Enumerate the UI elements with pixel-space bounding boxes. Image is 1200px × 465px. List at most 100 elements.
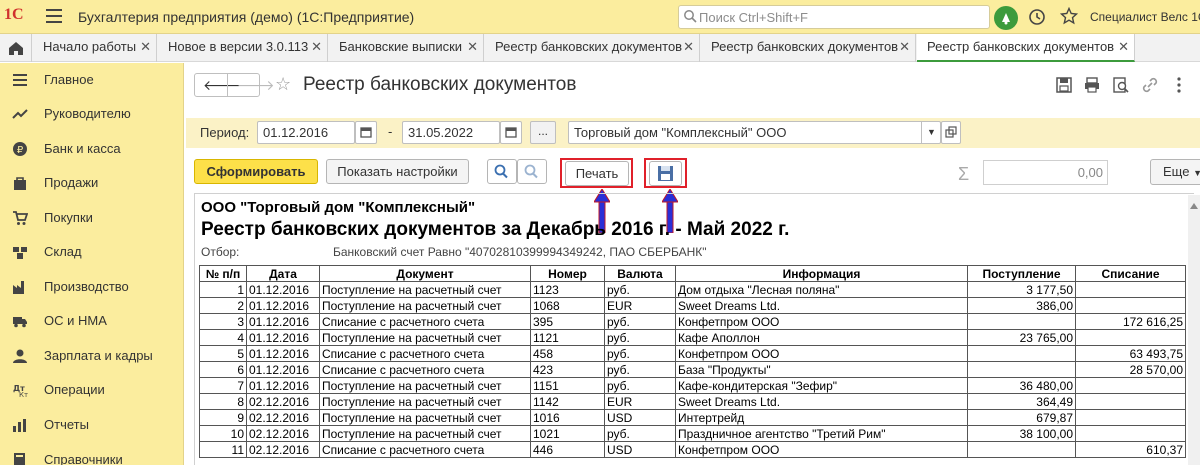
table-cell: 63 493,75 <box>1075 345 1186 362</box>
tab-label: Реестр банковских документов <box>711 39 899 54</box>
table-cell: 395 <box>530 313 605 330</box>
table-cell: Поступление на расчетный счет <box>319 297 531 314</box>
favorites-star-icon[interactable] <box>1060 7 1078 25</box>
close-icon[interactable]: ✕ <box>683 34 694 60</box>
close-icon[interactable]: ✕ <box>467 34 478 60</box>
more-button[interactable]: Еще ▼ <box>1150 159 1200 185</box>
close-icon[interactable]: ✕ <box>140 34 151 60</box>
forward-arrow-icon[interactable]: 🡒 <box>237 77 275 94</box>
table-cell: Списание с расчетного счета <box>319 441 531 458</box>
cancel-search-button[interactable] <box>517 159 547 184</box>
sidebar-item-warehouse[interactable]: Склад <box>0 235 184 269</box>
search-report-button[interactable] <box>487 159 517 184</box>
sidebar-item-payroll[interactable]: Зарплата и кадры <box>0 339 184 373</box>
table-row[interactable]: 1 01.12.2016 Поступление на расчетный счет… <box>199 281 1186 298</box>
truck-icon <box>13 317 27 328</box>
table-cell <box>967 441 1076 458</box>
print-button[interactable]: Печать <box>565 161 629 186</box>
select-period-button[interactable]: ... <box>530 121 556 144</box>
date-from-field[interactable]: 01.12.2016 <box>257 121 355 144</box>
sidebar-item-fixed-assets[interactable]: ОС и НМА <box>0 304 184 338</box>
sidebar-item-label: Покупки <box>44 210 93 225</box>
link-icon[interactable] <box>1141 76 1159 94</box>
sidebar-item-purchases[interactable]: Покупки <box>0 201 184 235</box>
more-label: Еще <box>1163 164 1190 179</box>
calendar-from-button[interactable] <box>355 121 377 144</box>
tab-bank-statements[interactable]: Банковские выписки ✕ <box>329 34 484 62</box>
sidebar-item-label: Руководителю <box>44 106 131 121</box>
search-input[interactable] <box>699 8 985 26</box>
app-logo[interactable]: 1С <box>4 6 38 28</box>
favorite-star-icon[interactable]: ☆ <box>275 74 291 95</box>
table-row[interactable]: 8 02.12.2016 Поступление на расчетный счет… <box>199 393 1186 410</box>
sum-field: 0,00 <box>983 160 1108 185</box>
vertical-scrollbar[interactable] <box>1188 195 1200 465</box>
sidebar-item-directories[interactable]: Справочники <box>0 443 184 465</box>
column-header: № п/п <box>199 265 247 282</box>
sidebar-item-sales[interactable]: Продажи <box>0 166 184 200</box>
table-row[interactable]: 5 01.12.2016 Списание с расчетного счета 45… <box>199 345 1186 362</box>
save-report-button[interactable] <box>649 161 682 186</box>
table-cell: USD <box>604 409 676 426</box>
tab-new-version[interactable]: Новое в версии 3.0.113 ✕ <box>158 34 328 62</box>
close-icon[interactable]: ✕ <box>1118 34 1129 60</box>
table-cell: 02.12.2016 <box>246 393 320 410</box>
sidebar-item-bank[interactable]: ₽ Банк и касса <box>0 132 184 166</box>
table-row[interactable]: 3 01.12.2016 Списание с расчетного счета 39… <box>199 313 1186 330</box>
main-menu-icon[interactable] <box>46 9 62 23</box>
tab-registry-2[interactable]: Реестр банковских документов ✕ <box>701 34 916 62</box>
table-cell: руб. <box>604 329 676 346</box>
table-row[interactable]: 6 01.12.2016 Списание с расчетного счета 42… <box>199 361 1186 378</box>
tab-registry-1[interactable]: Реестр банковских документов ✕ <box>485 34 700 62</box>
table-row[interactable]: 9 02.12.2016 Поступление на расчетный счет… <box>199 409 1186 426</box>
scroll-up-icon[interactable] <box>1190 203 1198 209</box>
notifications-button[interactable] <box>994 6 1018 30</box>
save-icon[interactable] <box>1055 76 1073 94</box>
show-settings-button[interactable]: Показать настройки <box>326 159 469 184</box>
printer-icon[interactable] <box>1083 76 1101 94</box>
organization-field[interactable]: Торговый дом "Комплексный" ООО <box>568 121 941 144</box>
calendar-to-button[interactable] <box>500 121 522 144</box>
table-row[interactable]: 11 02.12.2016 Списание с расчетного счета 4… <box>199 441 1186 458</box>
table-row[interactable]: 4 01.12.2016 Поступление на расчетный счет… <box>199 329 1186 346</box>
user-name[interactable]: Специалист Велс 1С <box>1090 10 1200 24</box>
sidebar-item-operations[interactable]: Дт Кт Операции <box>0 373 184 407</box>
date-to-field[interactable]: 31.05.2022 <box>402 121 500 144</box>
sidebar-item-production[interactable]: Производство <box>0 270 184 304</box>
table-cell: 3 <box>199 313 247 330</box>
preview-icon[interactable] <box>1112 76 1130 94</box>
table-row[interactable]: 2 01.12.2016 Поступление на расчетный счет… <box>199 297 1186 314</box>
chevron-down-icon[interactable]: ▼ <box>921 121 941 144</box>
table-cell: 5 <box>199 345 247 362</box>
column-header: Валюта <box>604 265 676 282</box>
home-tab[interactable] <box>0 34 32 62</box>
table-cell: Дом отдыха "Лесная поляна" <box>675 281 968 298</box>
sidebar-item-label: ОС и НМА <box>44 313 107 328</box>
sidebar: Главное Руководителю ₽ Банк и касса Прод… <box>0 63 184 465</box>
tab-label: Банковские выписки <box>339 39 463 54</box>
sidebar-item-manager[interactable]: Руководителю <box>0 97 184 131</box>
search-box[interactable] <box>678 5 990 29</box>
open-organization-button[interactable] <box>941 121 961 144</box>
history-icon[interactable] <box>1028 8 1046 26</box>
table-cell: 610,37 <box>1075 441 1186 458</box>
table-cell: Поступление на расчетный счет <box>319 393 531 410</box>
table-cell <box>1075 393 1186 410</box>
table-cell <box>967 313 1076 330</box>
table-row[interactable]: 10 02.12.2016 Поступление на расчетный сче… <box>199 425 1186 442</box>
calendar-icon <box>505 127 517 138</box>
sidebar-item-reports[interactable]: Отчеты <box>0 408 184 442</box>
more-vertical-icon[interactable] <box>1170 76 1188 94</box>
table-cell: руб. <box>604 361 676 378</box>
tab-start[interactable]: Начало работы ✕ <box>33 34 157 62</box>
generate-button[interactable]: Сформировать <box>194 159 318 184</box>
table-cell: Поступление на расчетный счет <box>319 281 531 298</box>
back-arrow-icon[interactable]: 🡐 <box>203 77 241 94</box>
close-icon[interactable]: ✕ <box>311 34 322 60</box>
clear-search-icon <box>524 164 538 179</box>
magnifier-icon <box>494 164 508 179</box>
sidebar-item-main[interactable]: Главное <box>0 63 184 97</box>
tab-registry-active[interactable]: Реестр банковских документов ✕ <box>917 34 1135 62</box>
close-icon[interactable]: ✕ <box>899 34 910 60</box>
table-row[interactable]: 7 01.12.2016 Поступление на расчетный счет… <box>199 377 1186 394</box>
